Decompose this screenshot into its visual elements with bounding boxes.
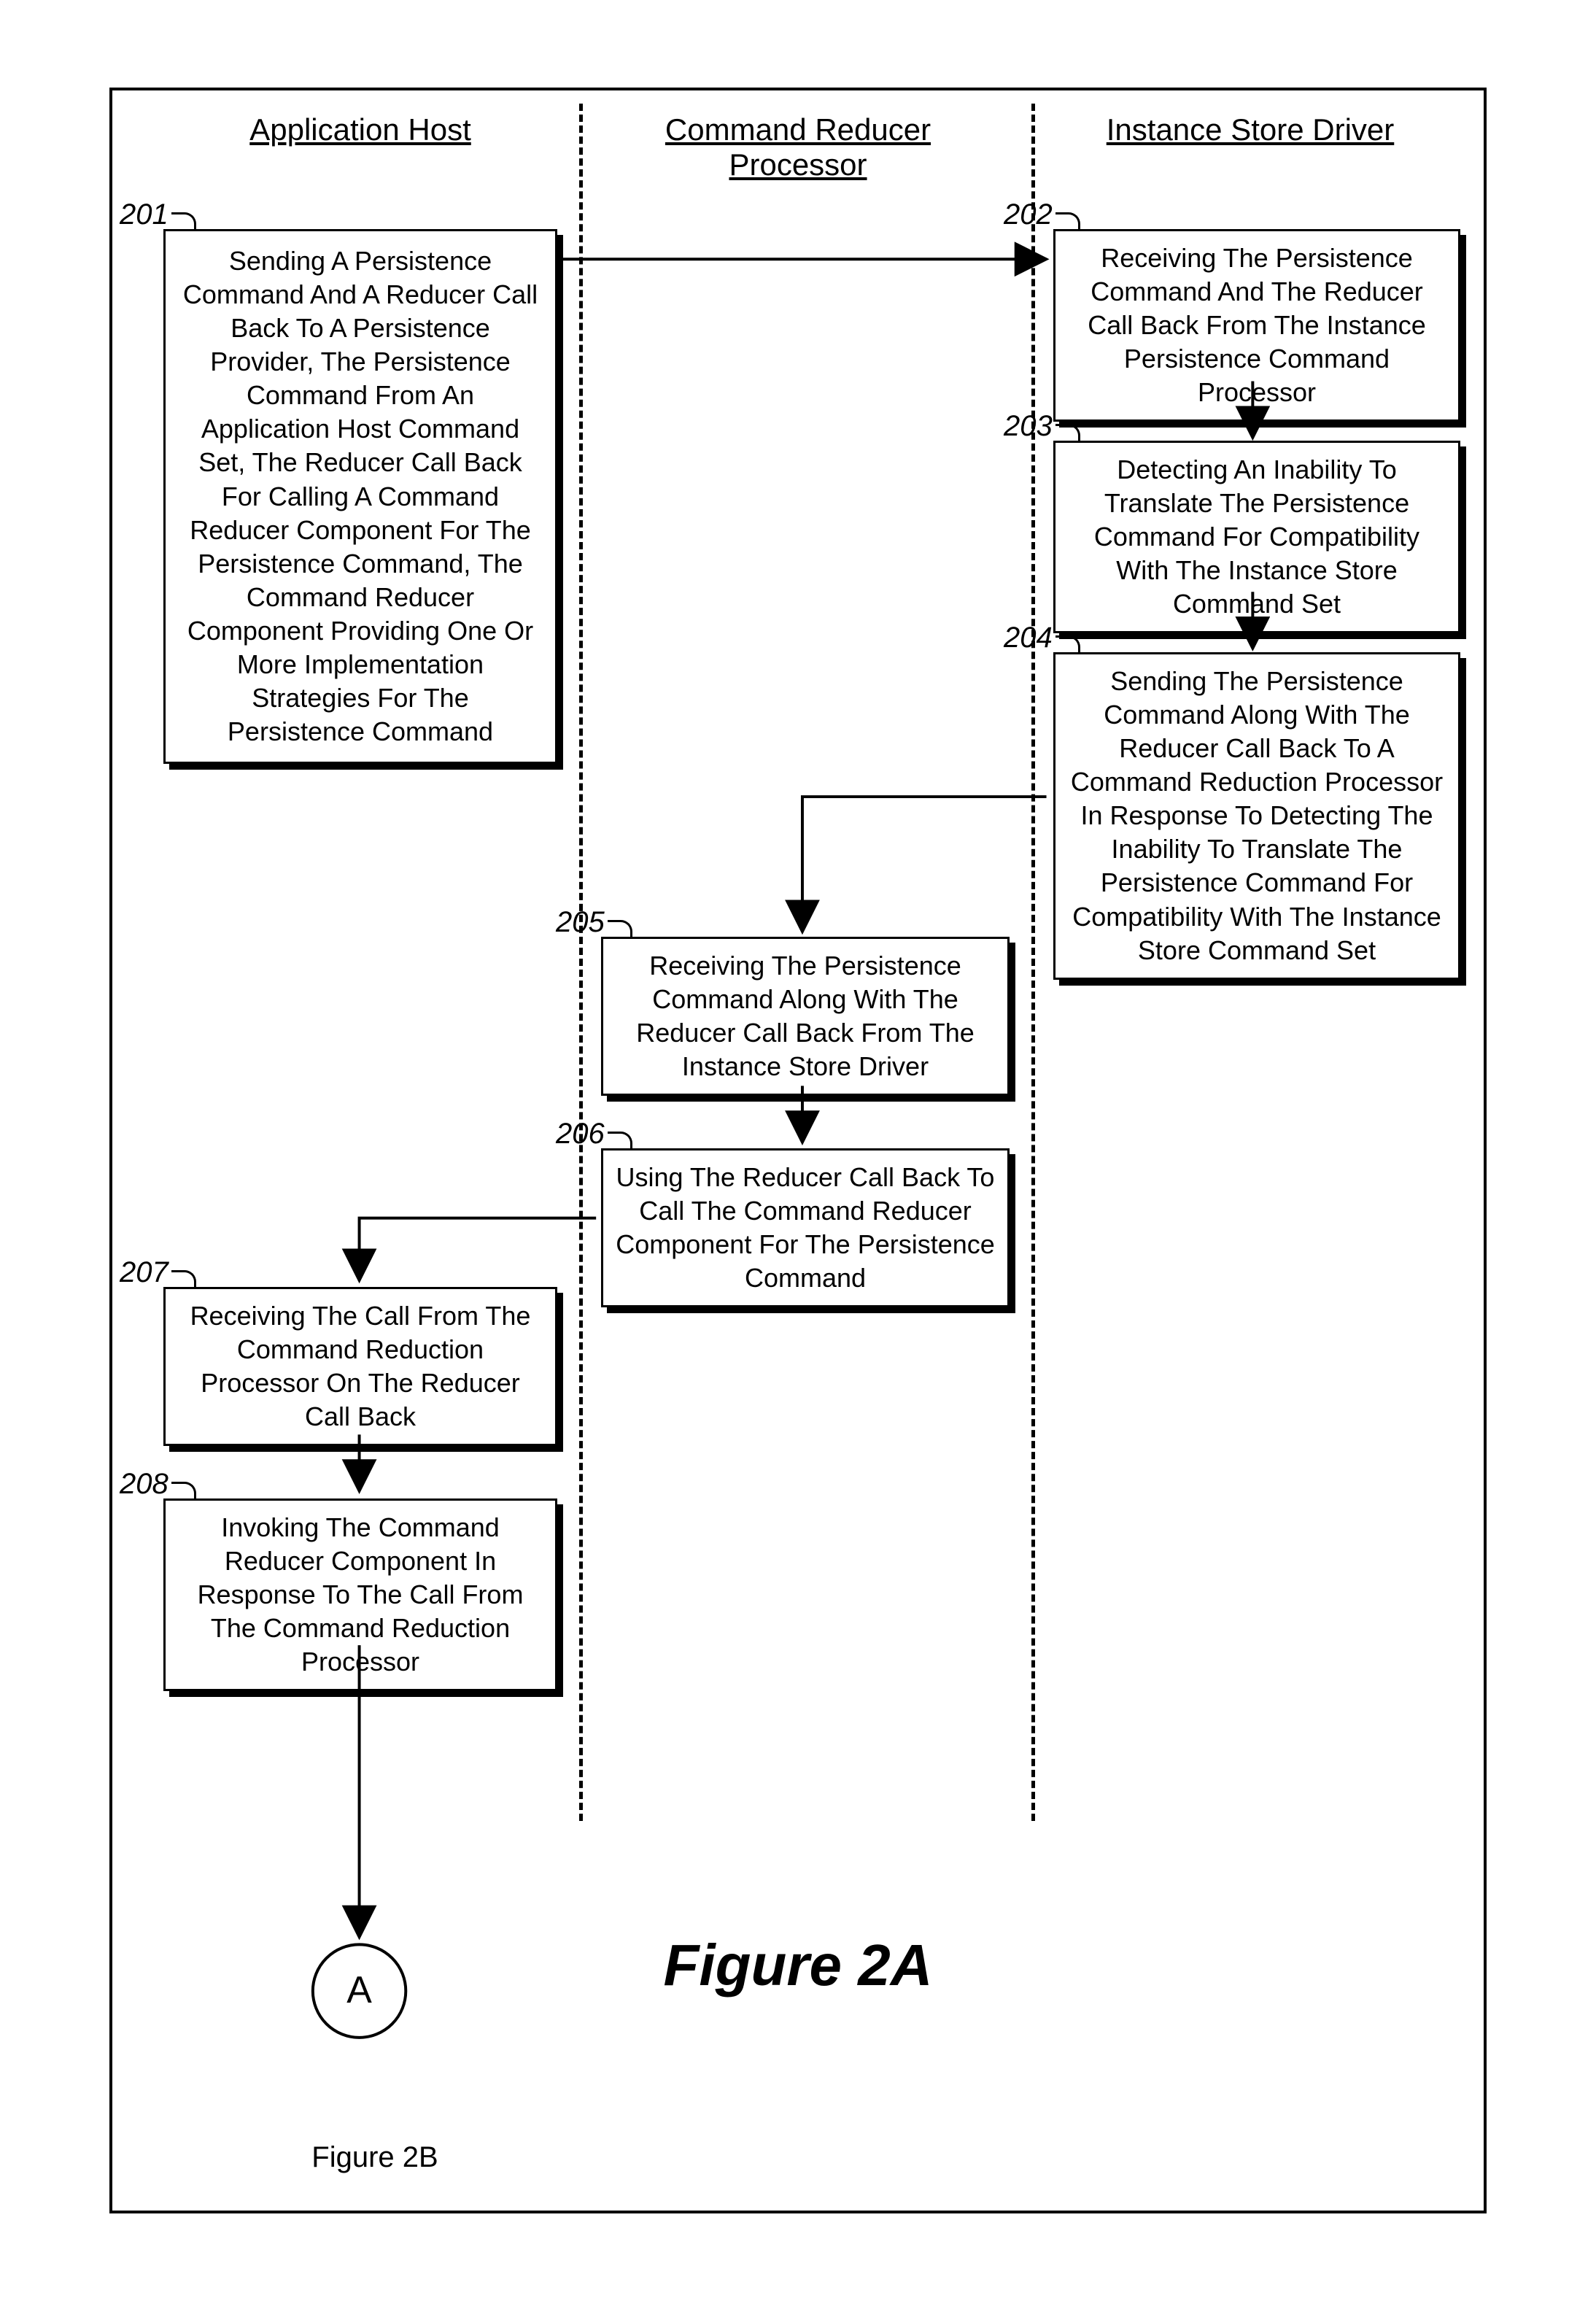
step-number-205: 205 [556,906,632,939]
step-number-202: 202 [1004,198,1080,231]
step-box-208: Invoking The Command Reducer Component I… [163,1498,557,1691]
heading-application-host: Application Host [163,112,557,147]
step-number-206: 206 [556,1118,632,1150]
heading-instance-store-driver: Instance Store Driver [1046,112,1454,147]
figure-label-next: Figure 2B [229,2141,521,2174]
column-divider-1 [579,104,583,1821]
step-number-203: 203 [1004,410,1080,443]
step-number-207: 207 [120,1256,196,1289]
step-box-201: Sending A Persistence Command And A Redu… [163,229,557,764]
step-box-203: Detecting An Inability To Translate The … [1053,441,1460,633]
step-box-207: Receiving The Call From The Command Redu… [163,1287,557,1446]
step-box-202: Receiving The Persistence Command And Th… [1053,229,1460,422]
step-box-204: Sending The Persistence Command Along Wi… [1053,652,1460,980]
step-number-204: 204 [1004,622,1080,654]
diagram-frame: Application Host Command Reducer Process… [109,88,1487,2213]
heading-command-reducer-processor: Command Reducer Processor [594,112,1002,182]
step-box-205: Receiving The Persistence Command Along … [601,937,1010,1096]
step-number-201: 201 [120,198,196,231]
column-divider-2 [1031,104,1035,1821]
step-number-208: 208 [120,1468,196,1501]
step-box-206: Using The Reducer Call Back To Call The … [601,1148,1010,1307]
figure-label-main: Figure 2A [112,1932,1484,1999]
